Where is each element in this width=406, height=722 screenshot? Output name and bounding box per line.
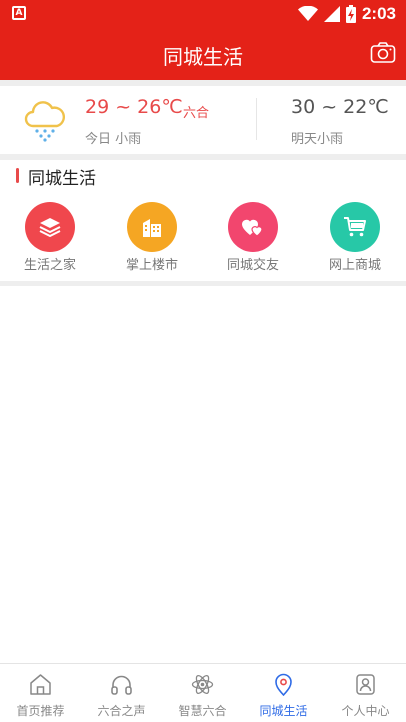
weather-panel[interactable]: 29 ~ 26℃ 六合 今日 小雨 30 ~ 22℃ 明天小雨	[0, 86, 406, 154]
app-bar: 同城生活	[0, 28, 406, 80]
tomorrow-weather-desc: 明天小雨	[291, 132, 344, 147]
nav-smart[interactable]: 智慧六合	[162, 664, 243, 722]
wifi-icon	[297, 6, 318, 21]
today-weather-desc: 今日 小雨	[85, 132, 142, 147]
bottom-navigation: 首页推荐 六合之声 智慧六合 同城生活 个人中心	[0, 663, 406, 722]
nav-home[interactable]: 首页推荐	[0, 664, 81, 722]
service-label: 网上商城	[328, 258, 381, 273]
service-label: 掌上楼市	[125, 258, 178, 273]
page-title: 同城生活	[163, 45, 243, 69]
status-time: 2:03	[361, 4, 396, 23]
nav-label: 同城生活	[259, 704, 308, 718]
nav-label: 六合之声	[97, 704, 146, 718]
building-icon	[127, 202, 177, 252]
a-notification-icon: A	[12, 6, 26, 20]
weather-location: 六合	[183, 106, 210, 121]
status-icons: 2:03	[297, 3, 396, 25]
service-life-home[interactable]: 生活之家	[0, 198, 100, 278]
service-label: 生活之家	[23, 258, 76, 273]
weather-divider	[256, 98, 257, 140]
service-label: 同城交友	[226, 258, 279, 273]
status-bar: A 2:03	[0, 0, 406, 28]
headphones-icon	[111, 675, 132, 695]
layers-icon	[25, 202, 75, 252]
nav-city-life[interactable]: 同城生活	[243, 664, 324, 722]
tomorrow-temperature: 30 ~ 22℃	[291, 96, 389, 118]
nav-label: 个人中心	[341, 704, 390, 718]
location-pin-icon	[275, 673, 292, 697]
divider	[0, 154, 406, 160]
service-friends[interactable]: 同城交友	[203, 198, 303, 278]
nav-label: 智慧六合	[178, 704, 227, 718]
cart-icon	[330, 202, 380, 252]
camera-icon[interactable]	[370, 41, 396, 65]
atom-icon	[191, 674, 214, 695]
service-grid: 生活之家 掌上楼市 同城交友 网上商城	[0, 198, 406, 278]
nav-profile[interactable]: 个人中心	[325, 664, 406, 722]
nav-label: 首页推荐	[16, 704, 65, 718]
battery-icon	[345, 5, 356, 23]
section-title: 同城生活	[28, 169, 96, 189]
nav-voice[interactable]: 六合之声	[81, 664, 162, 722]
section-header: 同城生活	[0, 162, 406, 190]
cloud-rain-icon	[24, 101, 66, 142]
signal-icon	[323, 6, 340, 22]
divider	[0, 281, 406, 286]
home-icon	[30, 674, 51, 695]
hearts-icon	[228, 202, 278, 252]
today-temperature: 29 ~ 26℃	[85, 96, 183, 118]
service-real-estate[interactable]: 掌上楼市	[102, 198, 202, 278]
service-online-mall[interactable]: 网上商城	[305, 198, 405, 278]
section-accent-bar	[16, 168, 19, 183]
user-icon	[356, 674, 375, 695]
